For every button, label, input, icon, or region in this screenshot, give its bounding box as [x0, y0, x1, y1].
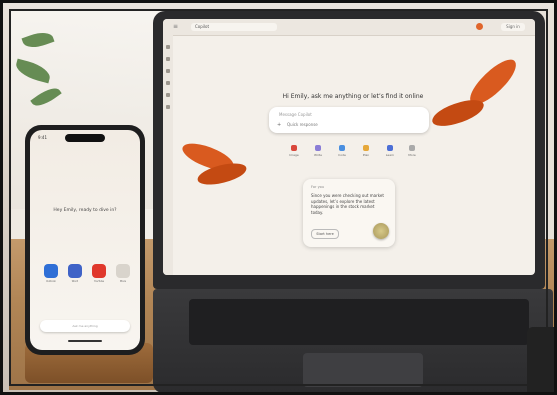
browser-toolbar: ≡ Copilot Sign in — [163, 19, 535, 36]
phone-greeting: Hey Emily, ready to dive in? — [53, 208, 117, 213]
trackpad — [303, 353, 423, 387]
rail-chat-icon[interactable] — [166, 57, 170, 61]
app-label: Outlook — [46, 280, 56, 283]
app-label: YouTube — [93, 280, 105, 283]
image-icon — [291, 145, 297, 151]
phone-notch — [65, 134, 105, 142]
message-box[interactable]: Message Copilot + Quick response — [269, 107, 429, 133]
mode-chip[interactable]: Quick response — [287, 122, 318, 127]
app-word[interactable]: Word — [68, 264, 82, 283]
app-label: Word — [71, 280, 79, 283]
shortcut-label: More — [408, 153, 416, 157]
profile-avatar-icon[interactable] — [476, 23, 483, 30]
more-icon — [409, 145, 415, 151]
signin-button[interactable]: Sign in — [501, 23, 525, 31]
app-more[interactable]: More — [116, 264, 130, 283]
rail-settings-icon[interactable] — [166, 93, 170, 97]
phone-screen: 9:41 Hey Emily, ready to dive in? Outloo… — [30, 130, 140, 350]
shortcut-label: Write — [314, 153, 322, 157]
shortcut-code[interactable]: Code — [329, 145, 355, 157]
plus-icon[interactable]: + — [277, 122, 281, 128]
browser-tab[interactable]: Copilot — [191, 23, 277, 31]
card-text: Since you were checking out market updat… — [311, 193, 384, 215]
phone-message-input[interactable]: Ask me anything — [40, 320, 130, 332]
shortcut-label: Code — [338, 153, 346, 157]
code-icon — [339, 145, 345, 151]
phone-time: 9:41 — [38, 135, 47, 140]
youtube-icon — [92, 264, 106, 278]
start-here-button[interactable]: Start here — [311, 229, 339, 239]
coin-icon — [373, 223, 389, 239]
laptop-screen: ≡ Copilot Sign in Hi Emily, ask me anyth… — [163, 19, 535, 275]
photo-frame: ≡ Copilot Sign in Hi Emily, ask me anyth… — [0, 0, 557, 395]
message-input[interactable]: Message Copilot — [279, 112, 312, 117]
card-title: For you — [311, 185, 325, 189]
browser-menu-icon[interactable]: ≡ — [173, 23, 181, 31]
plan-icon — [363, 145, 369, 151]
shortcut-label: Image — [289, 153, 299, 157]
shortcut-label: Plan — [362, 153, 370, 157]
rail-extra-icon[interactable] — [166, 105, 170, 109]
app-label: More — [119, 280, 127, 283]
keyboard — [189, 299, 529, 345]
side-rail — [163, 35, 173, 275]
shortcut-write[interactable]: Write — [305, 145, 331, 157]
flower-right-petal — [429, 96, 487, 130]
copilot-greeting: Hi Emily, ask me anything or let’s find … — [282, 93, 424, 100]
more-apps-icon — [116, 264, 130, 278]
outlook-icon — [44, 264, 58, 278]
write-icon — [315, 145, 321, 151]
rail-history-icon[interactable] — [166, 81, 170, 85]
rail-discover-icon[interactable] — [166, 69, 170, 73]
shortcut-image[interactable]: Image — [281, 145, 307, 157]
app-outlook[interactable]: Outlook — [44, 264, 58, 283]
suggestion-card[interactable]: For you Since you were checking out mark… — [303, 179, 395, 247]
rail-home-icon[interactable] — [166, 45, 170, 49]
shortcut-more[interactable]: More — [399, 145, 425, 157]
learn-icon — [387, 145, 393, 151]
app-youtube[interactable]: YouTube — [92, 264, 106, 283]
black-mug — [527, 327, 554, 392]
shortcut-plan[interactable]: Plan — [353, 145, 379, 157]
word-icon — [68, 264, 82, 278]
home-indicator — [68, 340, 102, 342]
